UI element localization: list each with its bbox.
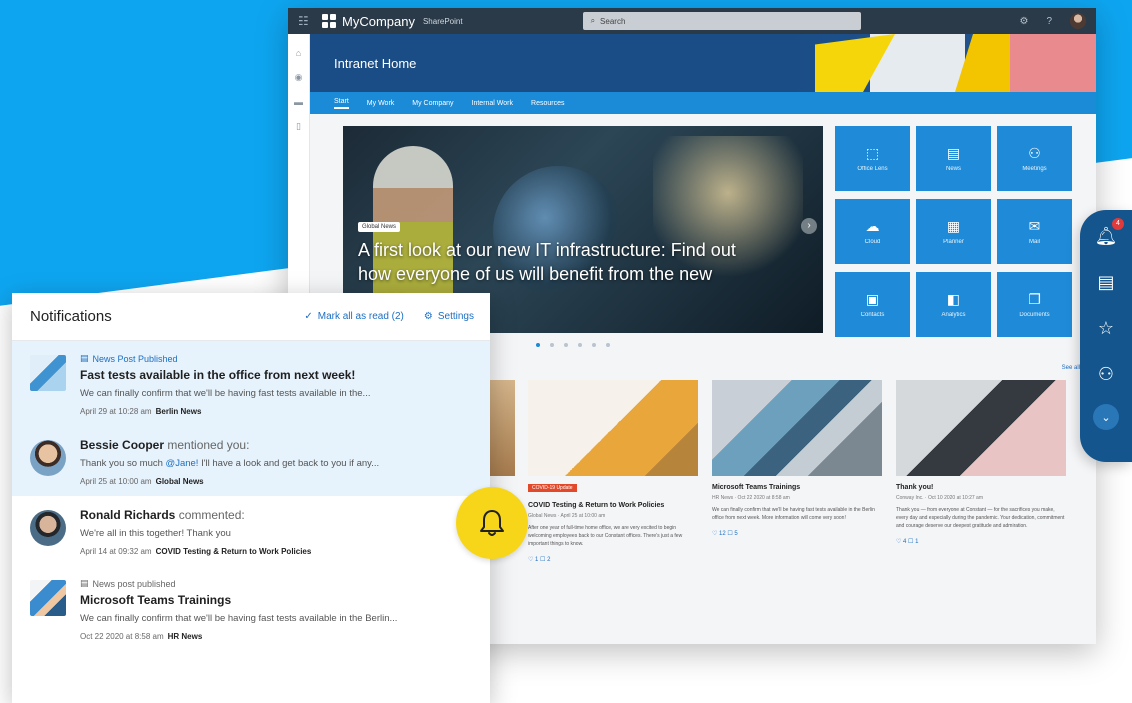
home-icon[interactable]: ⌂ (296, 48, 301, 58)
notification-thumbnail (30, 580, 66, 616)
nav-item-internal-work[interactable]: Internal Work (472, 100, 514, 107)
notification-item[interactable]: ▤ News Post Published Fast tests availabl… (12, 341, 490, 426)
category-label: News Post Published (92, 353, 178, 364)
notification-source[interactable]: COVID Testing & Return to Work Policies (156, 547, 312, 556)
notification-text: We can finally confirm that we'll be hav… (80, 388, 371, 399)
app-launcher-icon[interactable]: ☷ (298, 14, 312, 28)
notification-meta: April 14 at 09:32 am COVID Testing & Retu… (80, 547, 472, 556)
notifications-header: Notifications ✓ Mark all as read (2) ⚙ S… (12, 293, 490, 341)
notifications-panel: Notifications ✓ Mark all as read (2) ⚙ S… (12, 293, 490, 703)
mark-all-read-label: Mark all as read (2) (317, 311, 404, 322)
notification-source[interactable]: Global News (156, 477, 204, 486)
mark-all-read-button[interactable]: ✓ Mark all as read (2) (304, 311, 404, 322)
notifications-title: Notifications (30, 308, 112, 325)
notification-category: ▤ News Post Published (80, 353, 472, 364)
brand-name: MyCompany (342, 13, 415, 29)
settings-gear-icon[interactable]: ⚙ (1019, 16, 1028, 27)
mention-link[interactable]: @Jane! (166, 458, 199, 469)
notification-time: April 14 at 09:32 am (80, 547, 152, 556)
user-avatar[interactable] (1070, 13, 1086, 29)
site-header: Intranet Home (310, 34, 1096, 92)
nav-item-my-company[interactable]: My Company (412, 100, 453, 107)
news-toolbar-button[interactable]: ▤ (1094, 270, 1118, 294)
notification-item[interactable]: Bessie Cooper mentioned you: Thank you s… (12, 426, 490, 496)
search-box[interactable]: ⌕ Search (582, 12, 861, 30)
avatar (30, 510, 66, 546)
search-placeholder: Search (600, 16, 626, 26)
company-logo-icon (322, 14, 336, 28)
header-decoration (1010, 34, 1096, 92)
notification-text: We're all in this together! Thank you (80, 528, 231, 539)
chat-icon[interactable]: ▬ (294, 97, 303, 107)
text-part: Thank you so much (80, 458, 166, 469)
top-bar: ☷ MyCompany SharePoint ⌕ Search ⚙ ? (288, 8, 1096, 34)
nav-item-start[interactable]: Start (334, 98, 349, 109)
notification-time: Oct 22 2020 at 8:58 am (80, 632, 164, 641)
gear-icon: ⚙ (423, 311, 433, 322)
notification-meta: April 25 at 10:00 am Global News (80, 477, 472, 486)
unread-count-badge: 4 (1112, 218, 1124, 230)
news-icon: ▤ (80, 578, 89, 588)
page-icon[interactable]: ▯ (296, 121, 301, 132)
notifications-toolbar-button[interactable]: 🔔︎ 4 (1094, 218, 1124, 248)
side-toolbar: 🔔︎ 4 ▤ ☆ ⚇ ⌄ (1080, 210, 1132, 462)
people-icon: ⚇ (1097, 364, 1115, 384)
nav-item-resources[interactable]: Resources (531, 100, 564, 107)
star-icon: ☆ (1097, 318, 1115, 338)
brand-subtitle: SharePoint (422, 16, 463, 26)
checkmark-icon: ✓ (304, 311, 313, 322)
notification-item[interactable]: ▤ News post published Microsoft Teams Tra… (12, 566, 490, 651)
notification-headline: Ronald Richards commented: (80, 508, 472, 522)
text-part: I'll have a look and get back to you if … (198, 458, 380, 469)
bell-icon: 🔔︎ (1094, 226, 1118, 246)
notification-meta: Oct 22 2020 at 8:58 am HR News (80, 632, 472, 641)
expand-toolbar-button[interactable]: ⌄ (1093, 404, 1119, 430)
bell-icon (480, 510, 504, 536)
notification-source[interactable]: HR News (168, 632, 203, 641)
notification-text: We can finally confirm that we'll be hav… (80, 613, 398, 624)
notification-action: mentioned you: (164, 438, 250, 452)
avatar (30, 440, 66, 476)
search-icon: ⌕ (590, 16, 596, 25)
notification-settings-button[interactable]: ⚙ Settings (424, 311, 474, 322)
brand-logo[interactable]: MyCompany SharePoint (322, 14, 463, 29)
people-toolbar-button[interactable]: ⚇ (1094, 362, 1118, 386)
globe-icon[interactable]: ◉ (295, 72, 303, 83)
notification-text: Thank you so much @Jane! I'll have a loo… (80, 458, 472, 469)
news-icon: ▤ (1097, 272, 1115, 292)
chevron-down-icon: ⌄ (1101, 411, 1111, 424)
user-name: Ronald Richards (80, 508, 176, 522)
notification-title: Microsoft Teams Trainings (80, 593, 232, 607)
news-icon: ▤ (80, 353, 89, 363)
notification-headline: Bessie Cooper mentioned you: (80, 438, 472, 452)
notification-action: commented: (175, 508, 245, 522)
site-navigation: Start My Work My Company Internal Work R… (310, 92, 1096, 114)
favorites-toolbar-button[interactable]: ☆ (1094, 316, 1118, 340)
notification-source[interactable]: Berlin News (156, 407, 202, 416)
nav-item-my-work[interactable]: My Work (367, 100, 394, 107)
site-title: Intranet Home (334, 56, 417, 71)
notification-category: ▤ News post published (80, 578, 472, 589)
notification-thumbnail (30, 355, 66, 391)
notification-time: April 25 at 10:00 am (80, 477, 152, 486)
category-label: News post published (92, 578, 176, 589)
settings-label: Settings (437, 311, 474, 322)
notification-time: April 29 at 10:28 am (80, 407, 152, 416)
notification-title: Fast tests available in the office from … (80, 368, 356, 382)
help-icon[interactable]: ? (1046, 16, 1052, 27)
notification-item[interactable]: Ronald Richards commented: We're all in … (12, 496, 490, 566)
notification-meta: April 29 at 10:28 am Berlin News (80, 407, 472, 416)
user-name: Bessie Cooper (80, 438, 165, 452)
notification-bell-button[interactable] (456, 487, 528, 559)
